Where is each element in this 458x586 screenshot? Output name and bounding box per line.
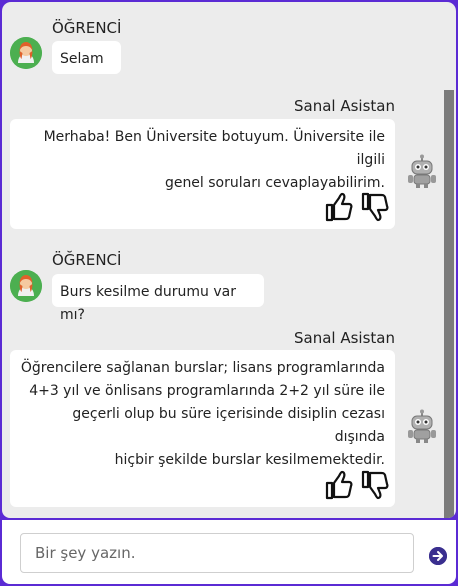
chat-log: ÖĞRENCİ Selam Sanal Asistan Merhaba! Ben… <box>2 2 456 518</box>
thumbs-down-icon[interactable] <box>361 470 389 500</box>
student-avatar-icon <box>10 270 42 302</box>
bot-message-bubble: Merhaba! Ben Üniversite botuyum. Ünivers… <box>10 119 395 229</box>
sender-label: Sanal Asistan <box>294 329 395 347</box>
send-arrow-icon[interactable] <box>429 547 447 565</box>
sender-label: ÖĞRENCİ <box>52 19 122 37</box>
student-avatar-icon <box>10 37 42 69</box>
user-message-bubble: Burs kesilme durumu var mı? <box>52 274 264 323</box>
feedback-buttons <box>325 192 389 222</box>
feedback-buttons <box>325 470 389 500</box>
bot-message-line: Öğrencilere sağlanan burslar; lisans pro… <box>20 360 385 376</box>
scrollbar[interactable] <box>444 90 454 518</box>
sender-label: Sanal Asistan <box>294 97 395 115</box>
thumbs-down-icon[interactable] <box>361 192 389 222</box>
bot-message-bubble: Öğrencilere sağlanan burslar; lisans pro… <box>10 350 395 507</box>
bot-message-line: geçerli olup bu süre içerisinde disiplin… <box>72 406 385 445</box>
bot-message-line: hiçbir şekilde burslar kesilmemektedir. <box>114 452 385 468</box>
thumbs-up-icon[interactable] <box>325 192 353 222</box>
user-message-bubble: Selam <box>52 41 121 74</box>
input-bar <box>2 520 456 584</box>
bot-message-line: Merhaba! Ben Üniversite botuyum. Ünivers… <box>43 129 385 168</box>
robot-icon <box>407 154 437 188</box>
thumbs-up-icon[interactable] <box>325 470 353 500</box>
message-input[interactable] <box>20 533 414 573</box>
robot-icon <box>407 409 437 443</box>
bot-message-line: 4+3 yıl ve önlisans programlarında 2+2 y… <box>29 383 385 399</box>
sender-label: ÖĞRENCİ <box>52 251 122 269</box>
